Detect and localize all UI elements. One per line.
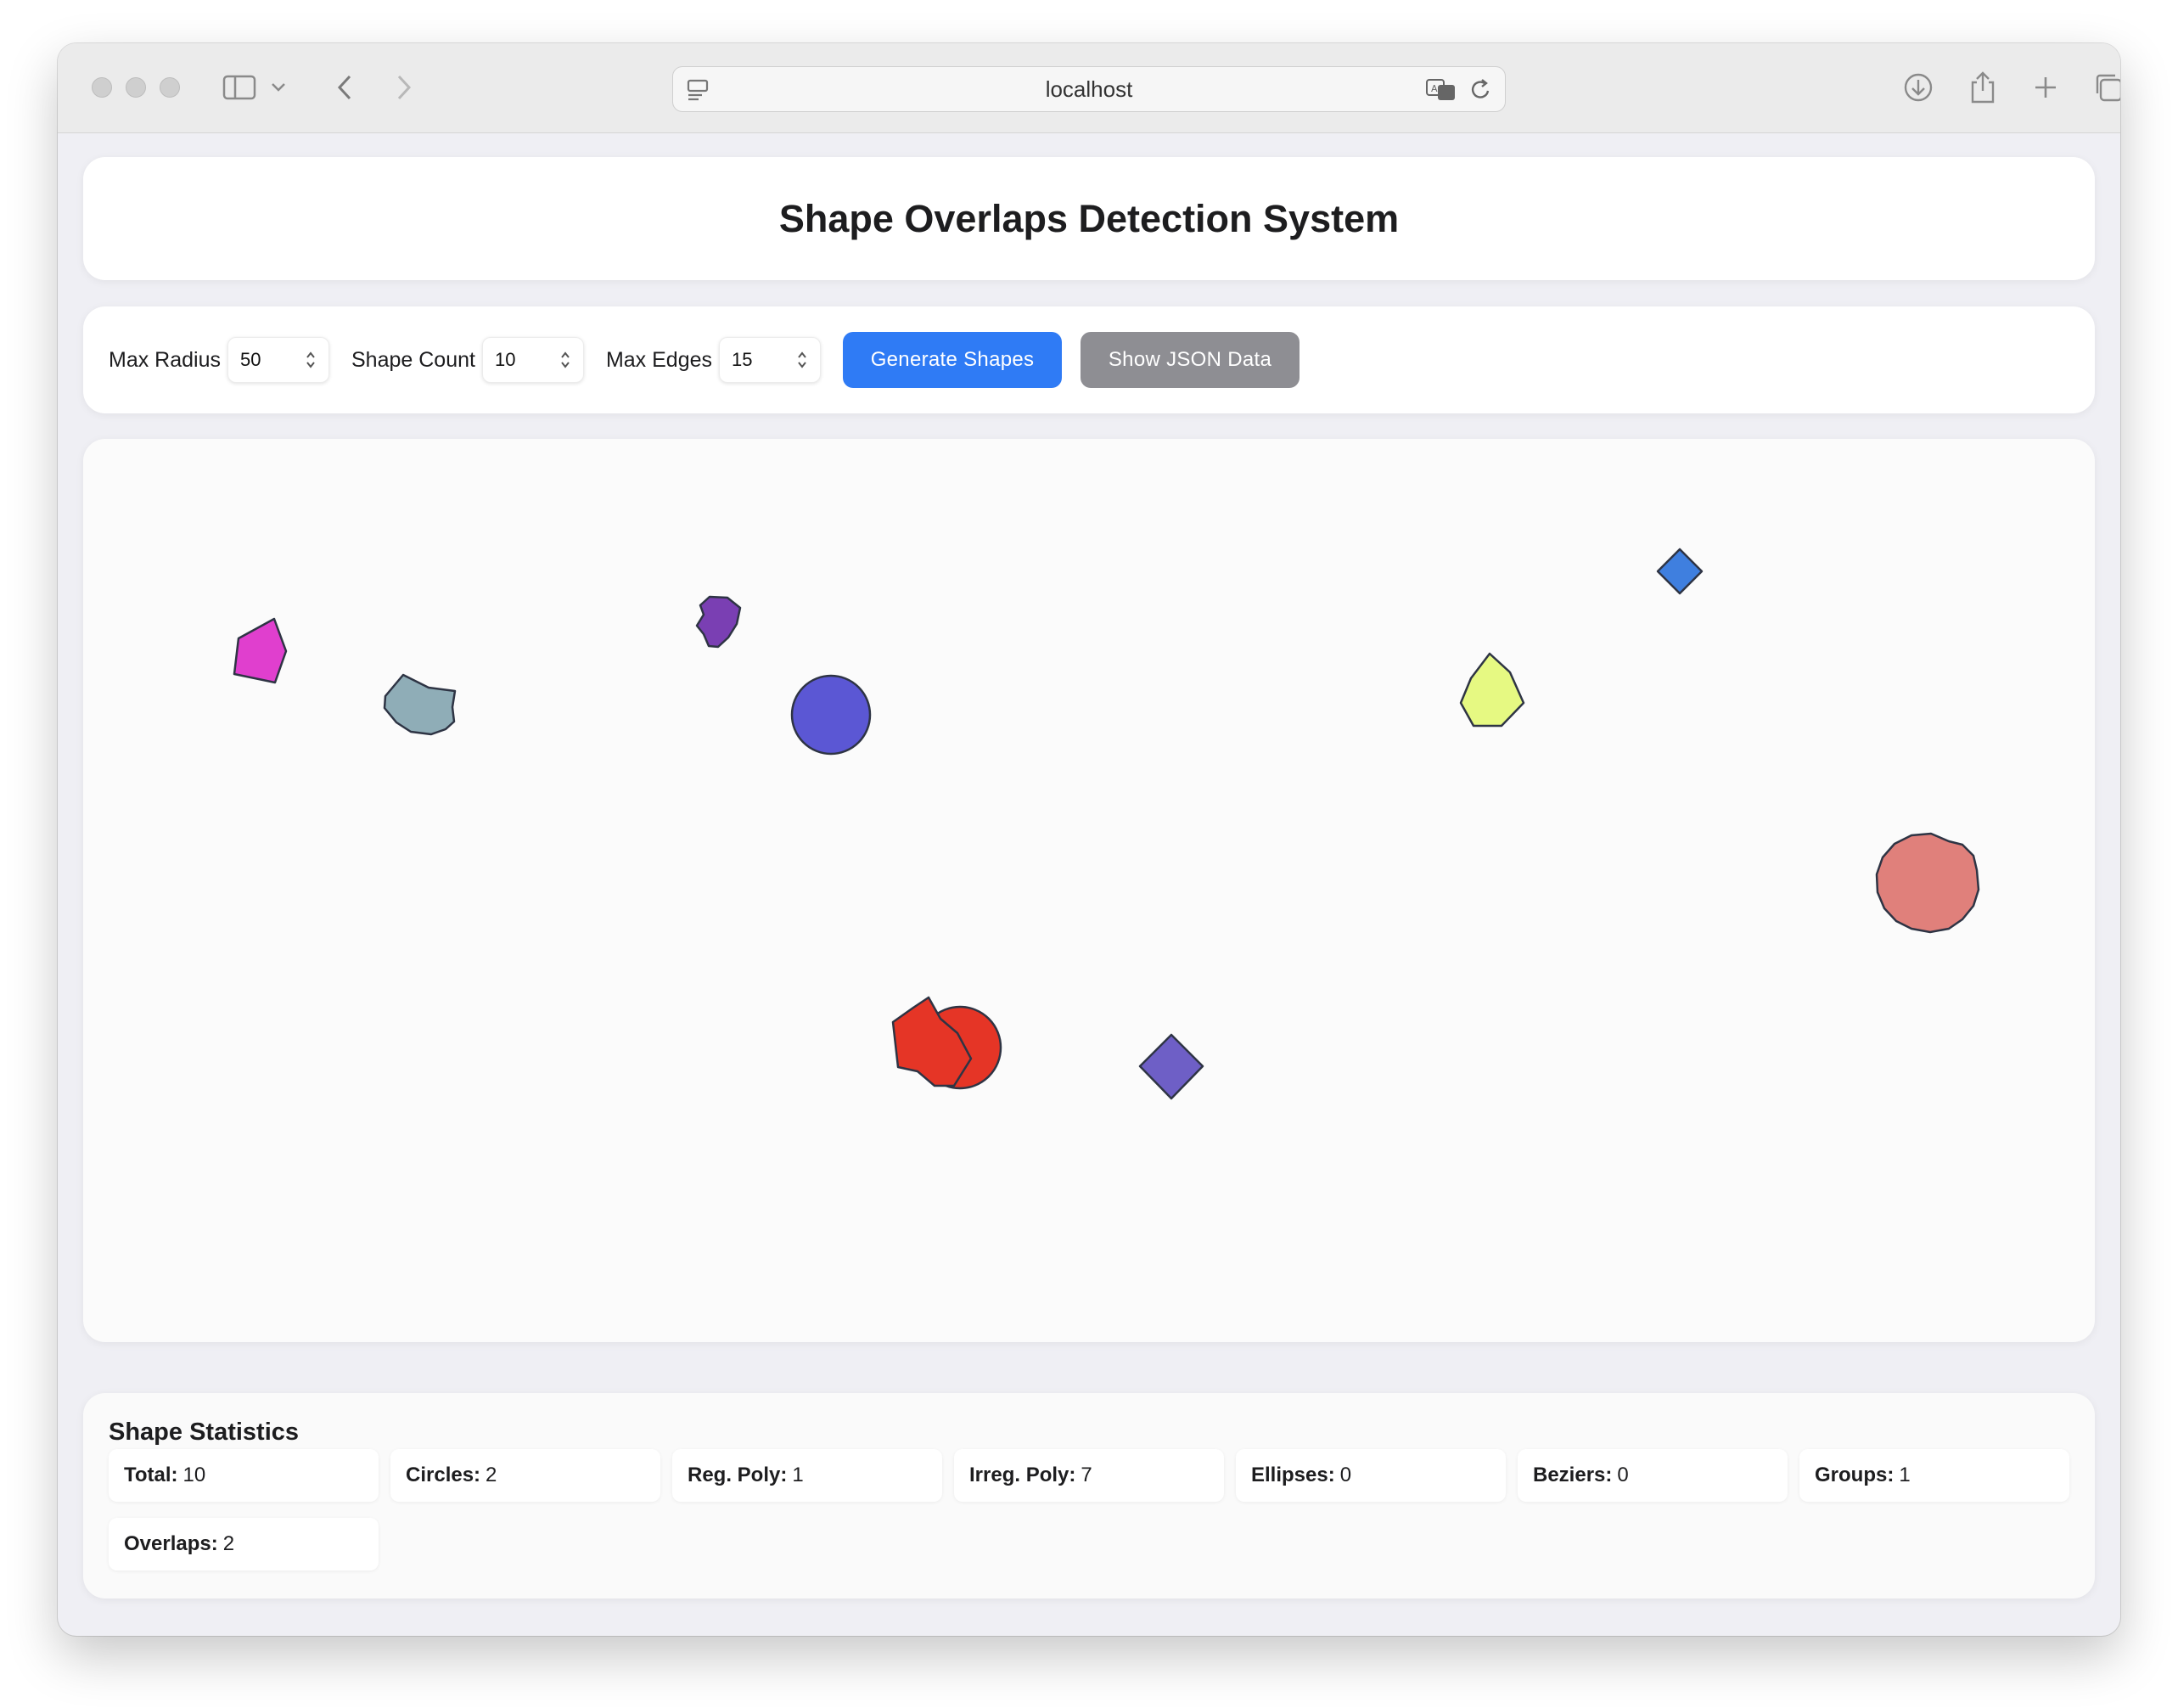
statistics-title: Shape Statistics xyxy=(109,1419,300,1446)
generate-shapes-button[interactable]: Generate Shapes xyxy=(843,332,1063,388)
max-edges-value: 15 xyxy=(732,349,753,370)
max-radius-value: 50 xyxy=(240,349,261,370)
stat-total: Total: 10 xyxy=(109,1449,379,1502)
shape-magenta-pentagon[interactable] xyxy=(233,617,288,684)
stat-regular-polygons: Reg. Poly: 1 xyxy=(672,1449,942,1502)
shape-yellow-polygon[interactable] xyxy=(1459,652,1525,728)
forward-icon[interactable] xyxy=(385,69,423,106)
download-icon[interactable] xyxy=(1900,69,1937,106)
new-tab-icon[interactable] xyxy=(2027,69,2064,106)
stat-value: 0 xyxy=(1339,1464,1352,1486)
stat-value: 10 xyxy=(182,1464,206,1486)
translate-icon[interactable]: A xyxy=(1425,77,1457,107)
shape-canvas-svg[interactable] xyxy=(83,439,2095,1342)
stat-value: 1 xyxy=(792,1464,804,1486)
max-edges-label: Max Edges xyxy=(605,347,713,372)
shape-canvas[interactable] xyxy=(83,439,2095,1342)
stat-label: Ellipses: xyxy=(1251,1464,1335,1486)
show-json-button[interactable]: Show JSON Data xyxy=(1081,332,1300,388)
share-icon[interactable] xyxy=(1964,69,2001,106)
stepper-icon[interactable] xyxy=(796,349,808,376)
minimize-window-button[interactable] xyxy=(126,77,146,98)
sidebar-icon[interactable] xyxy=(221,69,258,106)
page-title: Shape Overlaps Detection System xyxy=(778,196,1400,240)
shape-purple-polygon[interactable] xyxy=(695,595,742,649)
shape-count-input[interactable]: 10 xyxy=(481,337,584,383)
zoom-window-button[interactable] xyxy=(160,77,180,98)
shape-blue-diamond[interactable] xyxy=(1656,548,1704,595)
address-bar[interactable]: localhost A xyxy=(672,66,1506,112)
url-text: localhost xyxy=(1045,76,1133,102)
stat-label: Beziers: xyxy=(1533,1464,1613,1486)
max-radius-input[interactable]: 50 xyxy=(227,337,329,383)
browser-toolbar: localhost A xyxy=(58,43,2120,133)
shape-salmon-polygon[interactable] xyxy=(1875,832,1980,934)
stat-groups: Groups: 1 xyxy=(1799,1449,2069,1502)
stat-label: Groups: xyxy=(1815,1464,1895,1486)
reload-icon[interactable] xyxy=(1469,77,1493,107)
page-settings-icon[interactable] xyxy=(685,77,710,107)
stat-value: 1 xyxy=(1899,1464,1911,1486)
stat-circles: Circles: 2 xyxy=(390,1449,660,1502)
stat-label: Circles: xyxy=(406,1464,481,1486)
stat-value: 7 xyxy=(1081,1464,1092,1486)
stat-value: 2 xyxy=(222,1532,235,1555)
controls-panel: Max Radius 50 Shape Count 10 Max Edges 1… xyxy=(83,306,2095,413)
shape-count-label: Shape Count xyxy=(351,347,475,372)
shape-grey-polygon[interactable] xyxy=(383,673,457,736)
statistics-panel: Shape Statistics Total: 10 Circles: 2 Reg.… xyxy=(83,1393,2095,1598)
stat-label: Irreg. Poly: xyxy=(969,1464,1076,1486)
header-card: Shape Overlaps Detection System xyxy=(83,157,2095,280)
tab-overview-icon[interactable] xyxy=(2090,69,2120,106)
stepper-icon[interactable] xyxy=(559,349,571,376)
max-edges-input[interactable]: 15 xyxy=(719,337,822,383)
stat-value: 0 xyxy=(1617,1464,1629,1486)
stat-value: 2 xyxy=(486,1464,497,1486)
stepper-icon[interactable] xyxy=(305,349,317,376)
shape-count-value: 10 xyxy=(494,349,516,370)
svg-text:A: A xyxy=(1431,83,1438,94)
stat-beziers: Beziers: 0 xyxy=(1518,1449,1788,1502)
stat-label: Overlaps: xyxy=(124,1532,218,1555)
close-window-button[interactable] xyxy=(92,77,112,98)
browser-window: localhost A Shape Overlaps Detection Sys… xyxy=(58,43,2120,1636)
back-icon[interactable] xyxy=(326,69,363,106)
stat-overlaps: Overlaps: 2 xyxy=(109,1518,379,1570)
stat-irregular-polygons: Irreg. Poly: 7 xyxy=(954,1449,1224,1502)
stat-label: Reg. Poly: xyxy=(688,1464,788,1486)
shape-violet-diamond[interactable] xyxy=(1138,1033,1204,1100)
chevron-down-icon[interactable] xyxy=(267,69,290,106)
stat-label: Total: xyxy=(124,1464,178,1486)
stat-ellipses: Ellipses: 0 xyxy=(1236,1449,1506,1502)
max-radius-label: Max Radius xyxy=(109,347,221,372)
shape-blue-circle[interactable] xyxy=(790,674,872,756)
